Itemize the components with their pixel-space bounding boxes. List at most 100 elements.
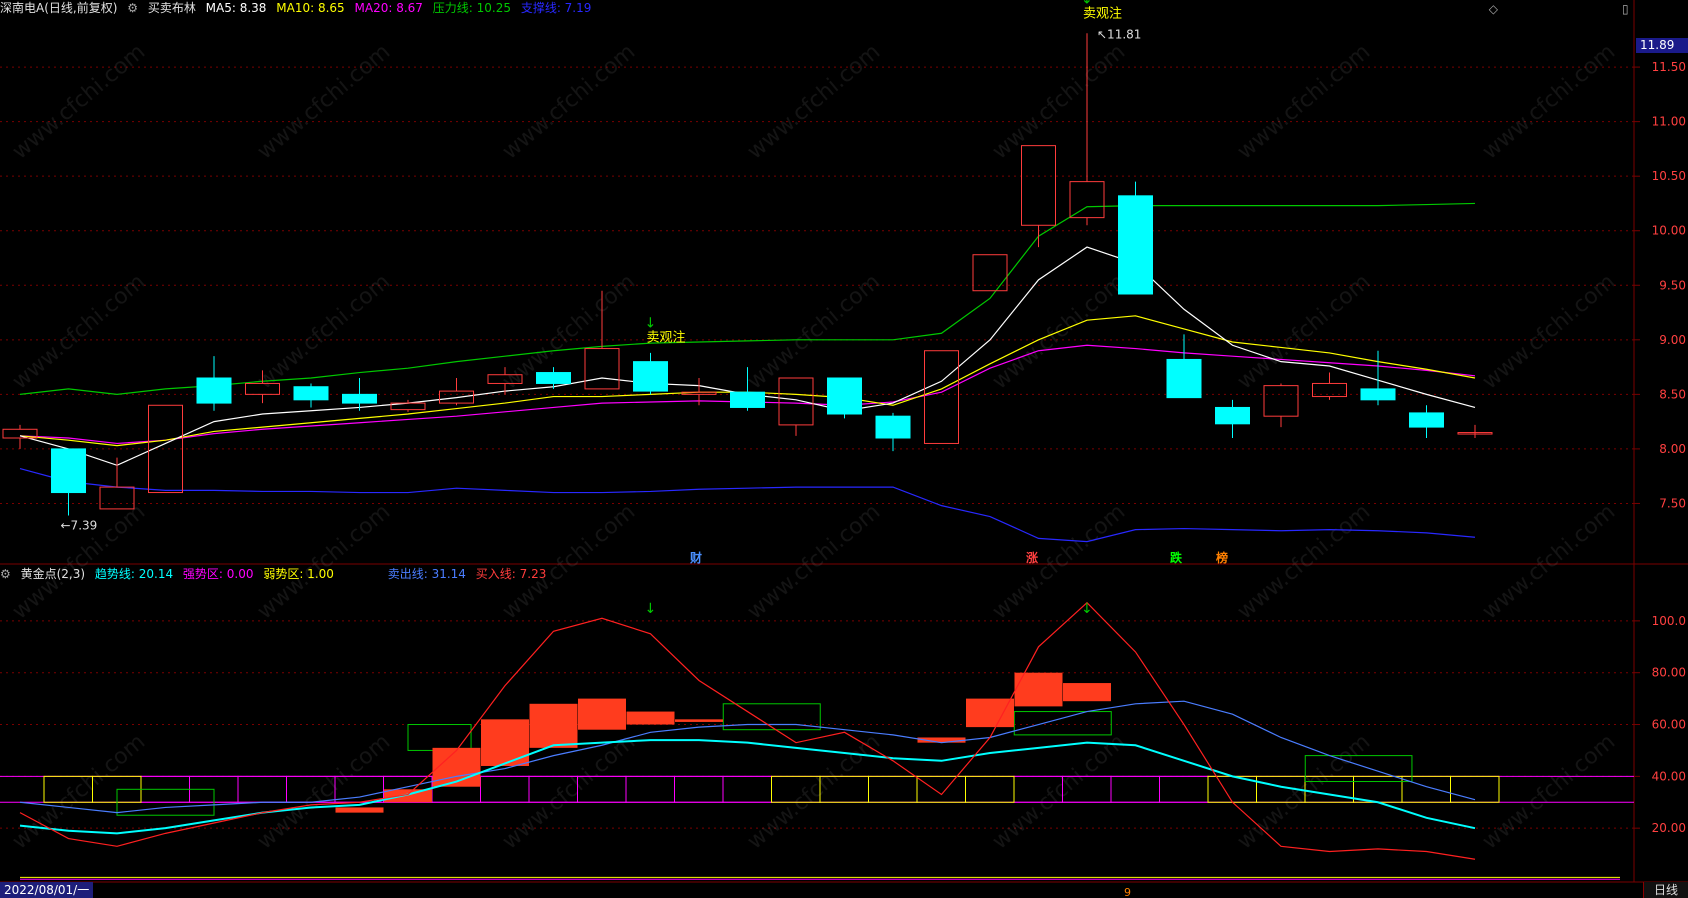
strong-zone-cell <box>1450 775 1500 803</box>
candle <box>196 377 232 404</box>
candle <box>1312 382 1347 398</box>
osc-tick-label: 100.0 <box>1652 614 1686 628</box>
price-tick-label: 11.50 <box>1652 60 1686 74</box>
strong-zone-cell <box>868 775 918 803</box>
trend-label: 趋势线: 20.14 <box>94 567 174 581</box>
window-icon[interactable]: ▯ <box>1622 2 1629 16</box>
weak-zone-cell <box>237 775 287 803</box>
candle <box>342 393 377 404</box>
candle <box>778 377 814 426</box>
weak-zone-cell <box>1159 775 1209 803</box>
watermark-text: www.cfchi.com <box>8 269 150 394</box>
stock-chart-window: 11.50 11.00 10.50 10.00 9.50 9.00 8.50 8.00 7.50… <box>0 0 1688 898</box>
weak-zone-cell <box>1110 775 1160 803</box>
candle <box>51 448 86 494</box>
low-price-label: ←7.39 <box>61 518 98 532</box>
chart-canvas: 11.50 11.00 10.50 10.00 9.50 9.00 8.50 8.00 7.50… <box>0 0 1688 898</box>
sell-signal-label: 卖观注 <box>647 331 686 346</box>
weak-zone-cell <box>480 775 530 803</box>
watermark-text: www.cfchi.com <box>1233 499 1375 624</box>
period-selector[interactable]: 日线 <box>1643 882 1688 898</box>
gear-icon[interactable]: ⚙ <box>127 1 138 15</box>
price-tick-label: 10.50 <box>1652 169 1686 183</box>
stock-title[interactable]: 深南电A(日线,前复权) <box>0 1 117 15</box>
pressure-label: 压力线: 10.25 <box>432 1 511 15</box>
watermark-text: www.cfchi.com <box>1233 39 1375 164</box>
ma20-label: MA20: 8.67 <box>354 1 423 15</box>
strong-zone-cell <box>916 775 966 803</box>
momentum-bar <box>675 719 723 722</box>
candle <box>1360 388 1396 401</box>
osc-indicator-name[interactable]: 黄金点(2,3) <box>21 567 85 581</box>
watermark-text: www.cfchi.com <box>1478 39 1620 164</box>
watermark-text: www.cfchi.com <box>8 39 150 164</box>
candle <box>1118 195 1153 295</box>
momentum-bar <box>578 698 626 730</box>
candle <box>293 386 329 401</box>
osc-tick-label: 20.00 <box>1652 821 1686 835</box>
event-marker: 榜 <box>1216 550 1228 565</box>
cursor-marker: 9 <box>1124 886 1131 898</box>
signal-box <box>1013 711 1112 736</box>
event-marker: 涨 <box>1026 550 1038 565</box>
osc-tick-label: 60.00 <box>1652 718 1686 732</box>
high-price-label: ↖11.81 <box>1097 27 1141 41</box>
osc-tick-label: 80.00 <box>1652 666 1686 680</box>
gear-icon[interactable]: ⚙ <box>0 567 11 581</box>
diamond-icon[interactable]: ◇ <box>1489 2 1498 16</box>
candle <box>875 415 911 439</box>
weak-zone-label: 弱势区: 1.00 <box>263 567 334 581</box>
ma10-label: MA10: 8.65 <box>276 1 345 15</box>
ma5-label: MA5: 8.38 <box>205 1 267 15</box>
cursor-date: 2022/08/01/一 <box>0 882 94 898</box>
strong-zone-label: 强势区: 0.00 <box>182 567 254 581</box>
candle <box>584 348 620 390</box>
candle <box>1021 145 1056 226</box>
watermark-text: www.cfchi.com <box>743 499 885 624</box>
strong-zone-cell <box>1401 775 1451 803</box>
momentum-bar <box>626 711 675 725</box>
signal-box <box>407 724 472 751</box>
watermark-text: www.cfchi.com <box>743 39 885 164</box>
candle <box>1166 358 1202 399</box>
price-tick-label: 9.50 <box>1659 278 1686 292</box>
candle <box>1263 385 1299 417</box>
watermark-text: www.cfchi.com <box>253 269 395 394</box>
watermark-text: www.cfchi.com <box>988 729 1130 854</box>
osc-tick-label: 40.00 <box>1652 769 1686 783</box>
weak-zone-cell <box>722 775 772 803</box>
watermark-text: www.cfchi.com <box>498 499 640 624</box>
price-tick-label: 8.50 <box>1659 387 1686 401</box>
price-tick-label: 8.00 <box>1659 442 1686 456</box>
sell-signal-arrow: ↓ <box>645 316 657 332</box>
price-panel-header: 深南电A(日线,前复权) ⚙ 买卖布林 MA5: 8.38 MA10: 8.65… <box>0 0 597 16</box>
momentum-bar <box>529 703 578 748</box>
weak-zone-cell <box>625 775 675 803</box>
watermark-text: www.cfchi.com <box>8 729 150 854</box>
price-tick-label: 9.00 <box>1659 333 1686 347</box>
momentum-bar <box>481 719 529 766</box>
event-marker: 财 <box>689 550 702 565</box>
watermark-text: www.cfchi.com <box>743 729 885 854</box>
event-marker: 跌 <box>1170 550 1183 565</box>
sell-line-label: 卖出线: 31.14 <box>387 567 466 581</box>
price-tick-label: 11.00 <box>1652 115 1686 129</box>
candle <box>827 377 862 415</box>
watermark-text: www.cfchi.com <box>1478 269 1620 394</box>
watermark-text: www.cfchi.com <box>988 499 1130 624</box>
candle <box>633 361 668 392</box>
price-tick-label: 7.50 <box>1659 496 1686 510</box>
strong-zone-cell <box>965 775 1015 803</box>
price-tick-label: 10.00 <box>1652 224 1686 238</box>
watermark-text: www.cfchi.com <box>1478 499 1620 624</box>
support-line <box>19 467 1476 543</box>
support-label: 支撑线: 7.19 <box>520 1 592 15</box>
osc-signal-arrow: ↓ <box>645 601 657 617</box>
momentum-bar <box>335 807 384 813</box>
watermark-text: www.cfchi.com <box>988 39 1130 164</box>
watermark-text: www.cfchi.com <box>1233 269 1375 394</box>
candle <box>1069 181 1105 219</box>
watermark-text: www.cfchi.com <box>743 269 885 394</box>
candle <box>536 372 571 384</box>
indicator-name[interactable]: 买卖布林 <box>148 1 196 15</box>
